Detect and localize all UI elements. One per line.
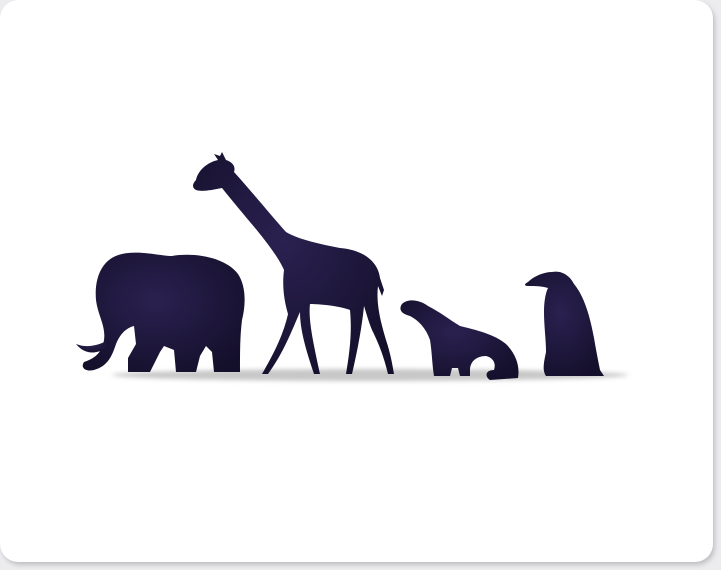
animal-silhouette-scene <box>76 152 628 381</box>
elephant-silhouette <box>76 252 245 372</box>
seal-silhouette <box>400 300 519 380</box>
image-card <box>0 0 713 562</box>
penguin-silhouette <box>525 271 604 376</box>
